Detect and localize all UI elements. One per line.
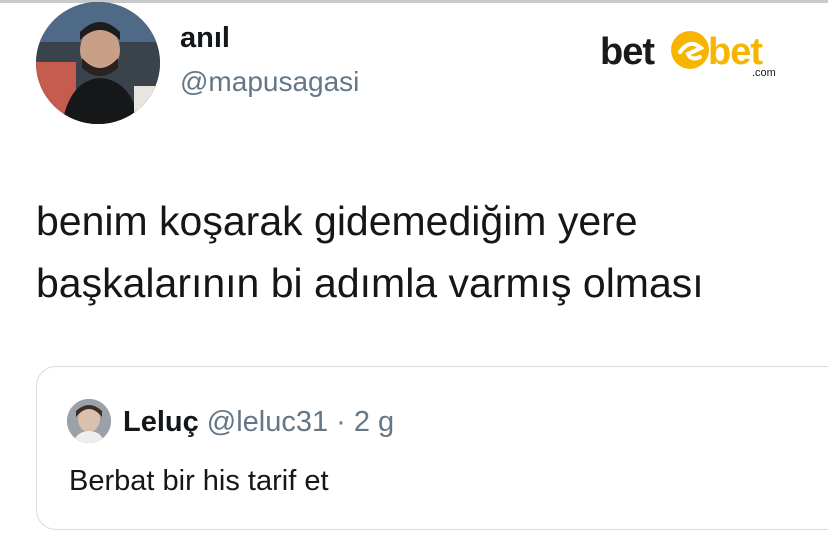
author-display-name[interactable]: anıl bbox=[180, 22, 230, 55]
quoted-tweet-text: Berbat bir his tarif et bbox=[69, 465, 329, 497]
betebet-logo: bet bet .com bbox=[600, 24, 784, 80]
top-divider bbox=[0, 0, 828, 3]
tweet-screenshot: anıl @mapusagasi bet bet .com benim koşa… bbox=[0, 0, 828, 540]
brand-logo-icon: bet bet .com bbox=[600, 31, 776, 79]
quoted-tweet-card[interactable]: Leluç @leluc31 · 2 g Berbat bir his tarif… bbox=[36, 366, 828, 530]
quoted-author-name[interactable]: Leluç bbox=[123, 406, 199, 438]
profile-photo-icon bbox=[36, 2, 160, 124]
quoted-author-avatar[interactable] bbox=[67, 399, 111, 443]
logo-suffix-text: .com bbox=[752, 67, 776, 79]
tweet-line: başkalarının bi adımla varmış olması bbox=[36, 260, 704, 306]
tweet-body: benim koşarak gidemediğim yere başkaları… bbox=[36, 190, 826, 314]
quoted-tweet-header: Leluç @leluc31 · 2 g bbox=[123, 405, 394, 439]
author-avatar[interactable] bbox=[36, 2, 160, 124]
logo-left-text: bet bbox=[600, 31, 655, 73]
profile-photo-icon bbox=[67, 399, 111, 443]
quoted-tweet-meta: @leluc31 · 2 g bbox=[206, 406, 395, 438]
author-handle[interactable]: @mapusagasi bbox=[180, 66, 359, 98]
tweet-line: benim koşarak gidemediğim yere bbox=[36, 198, 638, 244]
